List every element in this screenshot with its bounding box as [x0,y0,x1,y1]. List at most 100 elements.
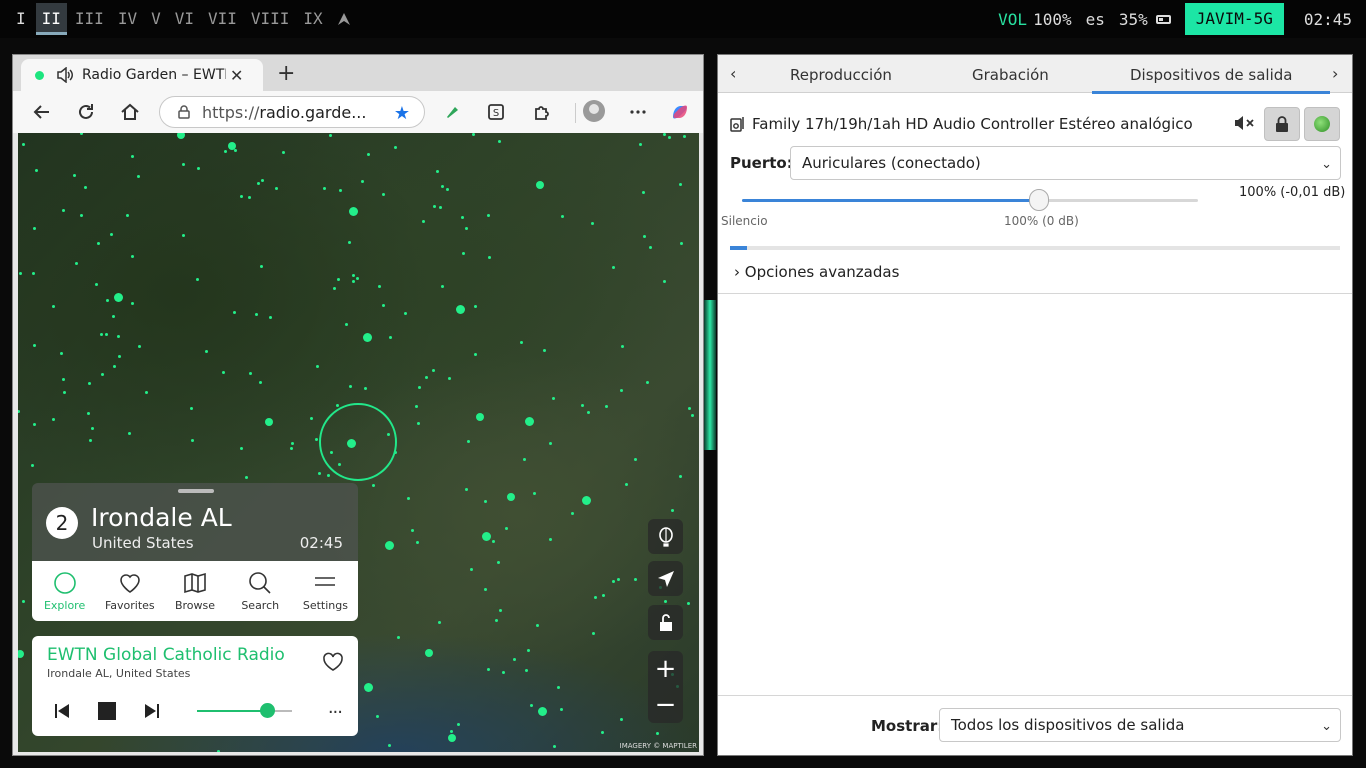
station-dot[interactable] [474,352,478,356]
station-dot[interactable] [371,483,375,487]
station-dot[interactable] [351,273,355,277]
unlock-icon[interactable] [648,605,683,640]
station-dot[interactable] [95,282,99,286]
station-dot[interactable] [33,227,37,231]
station-dot[interactable] [18,649,25,658]
station-dot[interactable] [327,474,331,478]
station-dot[interactable] [117,354,121,358]
station-dot[interactable] [617,578,621,582]
station-dot[interactable] [556,686,560,690]
station-dot[interactable] [499,609,503,613]
station-dot[interactable] [450,730,454,734]
station-dot[interactable] [590,221,594,225]
station-dot[interactable] [620,718,624,722]
station-dot[interactable] [176,133,185,140]
station-dot[interactable] [381,192,385,196]
station-dot[interactable] [519,340,523,344]
station-dot[interactable] [318,471,322,475]
workspace-9[interactable]: IX [297,3,328,35]
station-dot[interactable] [507,493,515,502]
lock-channels-button[interactable] [1264,107,1300,141]
station-dot[interactable] [474,305,478,309]
mute-speaker-icon[interactable] [1233,113,1255,133]
station-dot[interactable] [438,205,442,209]
station-dot[interactable] [261,179,265,183]
station-dot[interactable] [538,707,547,716]
station-dot[interactable] [333,287,337,291]
station-dot[interactable] [435,170,439,174]
zoom-in-button[interactable]: + [648,651,683,687]
station-dot[interactable] [667,135,671,139]
station-dot[interactable] [364,683,373,692]
station-dot[interactable] [33,422,37,426]
balloon-icon[interactable] [648,519,683,554]
player-volume-slider[interactable] [197,703,292,718]
station-dot[interactable] [498,139,502,143]
station-dot[interactable] [239,194,243,198]
reload-icon[interactable] [75,101,97,123]
volume-slider[interactable] [742,189,1198,211]
station-dot[interactable] [561,214,565,218]
station-dot[interactable] [415,404,419,408]
next-icon[interactable] [143,702,161,720]
advanced-options-expander[interactable]: › Opciones avanzadas [734,263,899,281]
station-dot[interactable] [602,594,606,598]
station-dot[interactable] [548,538,552,542]
station-dot[interactable] [80,214,84,218]
station-dot[interactable] [136,175,140,179]
station-dot[interactable] [619,388,623,392]
station-dot[interactable] [87,382,91,386]
station-dot[interactable] [495,618,499,622]
workspace-3[interactable]: III [69,3,110,35]
station-dot[interactable] [361,180,365,184]
station-dot[interactable] [415,540,419,544]
station-dot[interactable] [109,233,113,237]
station-dot[interactable] [86,412,90,416]
station-dot[interactable] [416,421,420,425]
station-dot[interactable] [683,134,687,138]
station-dot[interactable] [447,733,456,742]
station-dot[interactable] [310,416,314,420]
station-dot[interactable] [646,381,650,385]
station-dot[interactable] [483,587,487,591]
station-dot[interactable] [21,142,25,146]
station-dot[interactable] [542,349,546,353]
station-dot[interactable] [497,560,501,564]
player-volume-knob[interactable] [260,703,275,718]
station-dot[interactable] [181,234,185,238]
wifi-network[interactable]: JAVIM-5G [1184,3,1284,35]
station-dot[interactable] [581,404,585,408]
station-name[interactable]: EWTN Global Catholic Radio [47,645,285,665]
station-dot[interactable] [60,351,64,355]
station-dot[interactable] [382,304,386,308]
station-dot[interactable] [461,215,465,219]
station-dot[interactable] [116,335,120,339]
address-bar[interactable]: https://radio.garde... ★ [159,96,425,128]
station-dot[interactable] [457,722,461,726]
station-dot[interactable] [424,376,428,380]
station-dot[interactable] [441,184,445,188]
station-dot[interactable] [467,440,471,444]
station-dot[interactable] [196,167,200,171]
window-splitter[interactable] [704,300,716,450]
station-dot[interactable] [686,602,690,606]
station-dot[interactable] [345,322,349,326]
speaker-icon[interactable] [56,67,74,83]
station-dot[interactable] [18,410,20,414]
station-dot[interactable] [363,333,372,342]
station-dot[interactable] [678,475,682,478]
extension-s-icon[interactable]: S [485,101,507,123]
station-dot[interactable] [663,599,667,603]
station-dot[interactable] [604,404,608,408]
station-dot[interactable] [633,577,637,581]
station-dot[interactable] [397,635,401,639]
station-dot[interactable] [488,256,492,260]
station-dot[interactable] [642,191,646,195]
station-dot[interactable] [535,180,544,189]
zoom-out-button[interactable]: − [648,687,683,723]
station-dot[interactable] [469,567,473,571]
station-dot[interactable] [432,205,436,209]
station-dot[interactable] [410,528,414,532]
station-dot[interactable] [75,261,79,265]
station-dot[interactable] [204,349,208,353]
